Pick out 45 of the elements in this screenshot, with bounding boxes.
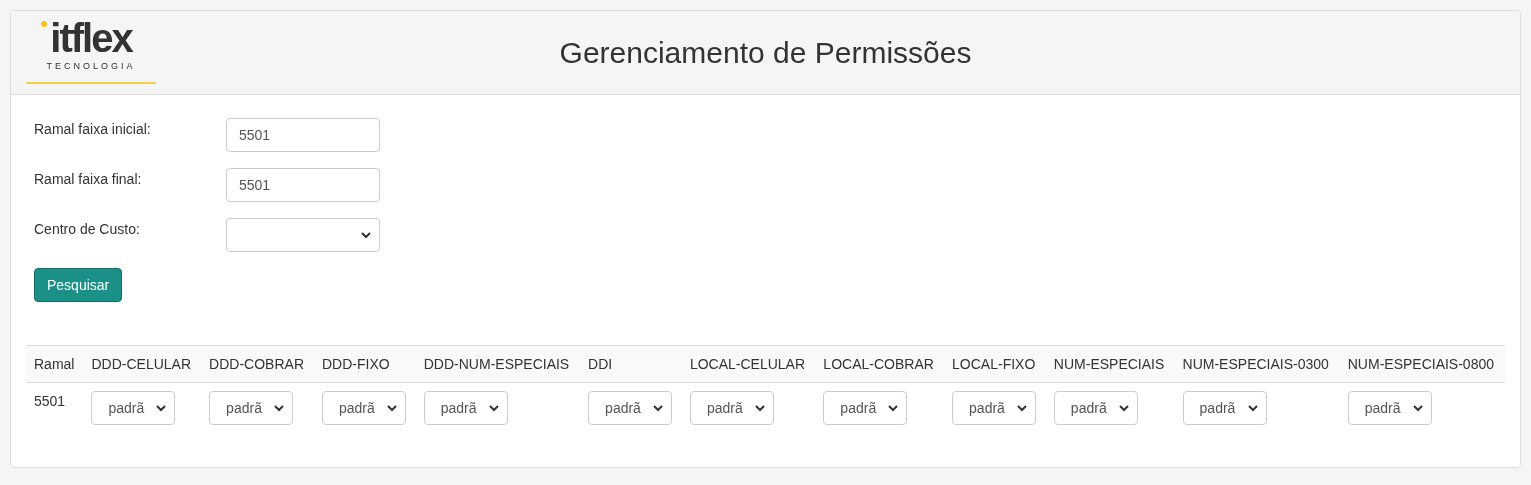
column-header: LOCAL-COBRAR — [815, 345, 945, 383]
dropdown[interactable] — [226, 218, 380, 252]
dropdown[interactable]: padrã — [689, 391, 774, 425]
dropdown[interactable]: padrã — [423, 391, 508, 425]
field-label: Centro de Custo: — [34, 220, 141, 239]
chevron-down-icon — [1118, 404, 1129, 412]
chevron-down-icon — [653, 404, 664, 412]
chevron-down-icon — [1412, 404, 1423, 412]
column-header: Ramal — [26, 345, 84, 383]
dropdown[interactable]: padrã — [952, 391, 1037, 425]
logo: itflex TECNOLOGIA — [26, 21, 156, 84]
chevron-down-icon — [488, 404, 499, 412]
column-header: DDI — [580, 345, 682, 383]
dropdown[interactable]: padrã — [1182, 391, 1267, 425]
column-header: DDD-CELULAR — [83, 345, 202, 383]
dropdown[interactable]: padrã — [588, 391, 673, 425]
chevron-down-icon — [1017, 404, 1028, 412]
dropdown[interactable]: padrã — [91, 391, 176, 425]
chevron-down-icon — [1247, 404, 1258, 412]
chevron-down-icon — [274, 404, 285, 412]
search-button[interactable]: Pesquisar — [34, 268, 123, 302]
field-label: Ramal faixa final: — [34, 170, 143, 189]
chevron-down-icon — [361, 231, 371, 239]
column-header: LOCAL-CELULAR — [681, 345, 816, 383]
column-header: DDD-FIXO — [313, 345, 416, 383]
dropdown[interactable]: padrã — [1347, 391, 1432, 425]
chevron-down-icon — [754, 404, 765, 412]
chevron-down-icon — [888, 404, 899, 412]
table-cell: 5501 — [26, 382, 84, 425]
dropdown[interactable]: padrã — [823, 391, 908, 425]
chevron-down-icon — [386, 404, 397, 412]
column-header: DDD-COBRAR — [201, 345, 314, 383]
column-header: NUM-ESPECIAIS-0800 — [1339, 345, 1505, 383]
input-field[interactable]: 5501 — [226, 168, 380, 202]
column-header: NUM-ESPECIAIS — [1045, 345, 1175, 383]
field-label: Ramal faixa inicial: — [34, 120, 152, 139]
chevron-down-icon — [156, 404, 167, 412]
column-header: LOCAL-FIXO — [944, 345, 1046, 383]
dropdown[interactable]: padrã — [321, 391, 406, 425]
input-field[interactable]: 5501 — [226, 118, 380, 152]
column-header: DDD-NUM-ESPECIAIS — [415, 345, 581, 383]
dropdown[interactable]: padrã — [1053, 391, 1138, 425]
page-title: Gerenciamento de Permissões — [558, 35, 973, 71]
dropdown[interactable]: padrã — [209, 391, 294, 425]
column-header: NUM-ESPECIAIS-0300 — [1174, 345, 1340, 383]
